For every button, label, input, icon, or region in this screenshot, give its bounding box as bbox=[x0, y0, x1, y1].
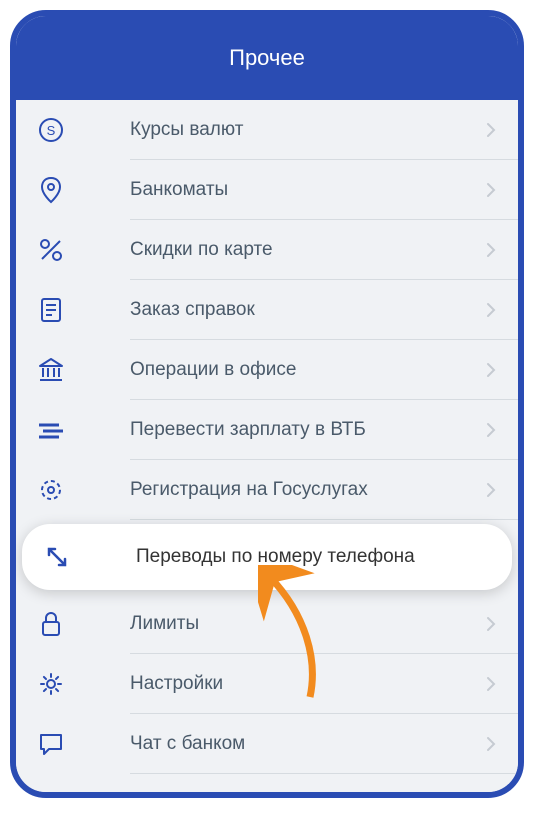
menu-item-label: Переводы по номеру телефона bbox=[136, 546, 490, 568]
menu-item-label: Заказ справок bbox=[130, 299, 486, 321]
menu-item-label: Операции в офисе bbox=[130, 359, 486, 381]
chevron-right-icon bbox=[486, 736, 496, 752]
gear-icon bbox=[36, 669, 66, 699]
chevron-right-icon bbox=[486, 122, 496, 138]
menu-item[interactable]: Банкоматы bbox=[16, 160, 518, 220]
menu-item[interactable]: Регистрация на Госуслугах bbox=[16, 460, 518, 520]
chevron-right-icon bbox=[486, 302, 496, 318]
chevron-right-icon bbox=[486, 616, 496, 632]
gov-icon bbox=[36, 475, 66, 505]
menu-item-label: Чат с банком bbox=[130, 733, 486, 755]
phone-frame: Прочее S Курсы валют Банкоматы Скидки по ка… bbox=[10, 10, 524, 798]
arrows-icon bbox=[42, 542, 72, 572]
menu-item[interactable]: Скидки по карте bbox=[16, 220, 518, 280]
svg-text:S: S bbox=[47, 123, 56, 138]
location-icon bbox=[36, 175, 66, 205]
chevron-right-icon bbox=[486, 182, 496, 198]
header-title: Прочее bbox=[229, 45, 305, 71]
menu-item-label: Регистрация на Госуслугах bbox=[130, 479, 486, 501]
document-icon bbox=[36, 295, 66, 325]
menu-item-label: Скидки по карте bbox=[130, 239, 486, 261]
chevron-right-icon bbox=[486, 422, 496, 438]
chevron-right-icon bbox=[486, 676, 496, 692]
phone-icon bbox=[36, 789, 66, 798]
chevron-right-icon bbox=[486, 242, 496, 258]
menu-item[interactable]: Перевести зарплату в ВТБ bbox=[16, 400, 518, 460]
menu-item[interactable]: Позвонить в банк bbox=[16, 774, 518, 798]
separator bbox=[130, 519, 518, 520]
menu-item[interactable]: Операции в офисе bbox=[16, 340, 518, 400]
menu-item-label: Лимиты bbox=[130, 613, 486, 635]
chevron-right-icon bbox=[486, 796, 496, 798]
chevron-right-icon bbox=[486, 482, 496, 498]
menu-item[interactable]: Переводы по номеру телефона bbox=[22, 524, 512, 590]
menu-item-label: Позвонить в банк bbox=[130, 793, 486, 798]
menu-item[interactable]: S Курсы валют bbox=[16, 100, 518, 160]
menu-item[interactable]: Настройки bbox=[16, 654, 518, 714]
currency-icon: S bbox=[36, 115, 66, 145]
bank-icon bbox=[36, 355, 66, 385]
menu-item-label: Перевести зарплату в ВТБ bbox=[130, 419, 486, 441]
menu-item-label: Настройки bbox=[130, 673, 486, 695]
menu-item-label: Банкоматы bbox=[130, 179, 486, 201]
menu-item[interactable]: Чат с банком bbox=[16, 714, 518, 774]
header: Прочее bbox=[16, 16, 518, 100]
lock-icon bbox=[36, 609, 66, 639]
percent-icon bbox=[36, 235, 66, 265]
menu-item[interactable]: Заказ справок bbox=[16, 280, 518, 340]
chat-icon bbox=[36, 729, 66, 759]
transfer-icon bbox=[36, 415, 66, 445]
menu-item-label: Курсы валют bbox=[130, 119, 486, 141]
menu-item[interactable]: Лимиты bbox=[16, 594, 518, 654]
chevron-right-icon bbox=[486, 362, 496, 378]
menu-list: S Курсы валют Банкоматы Скидки по карте Зака… bbox=[16, 100, 518, 798]
